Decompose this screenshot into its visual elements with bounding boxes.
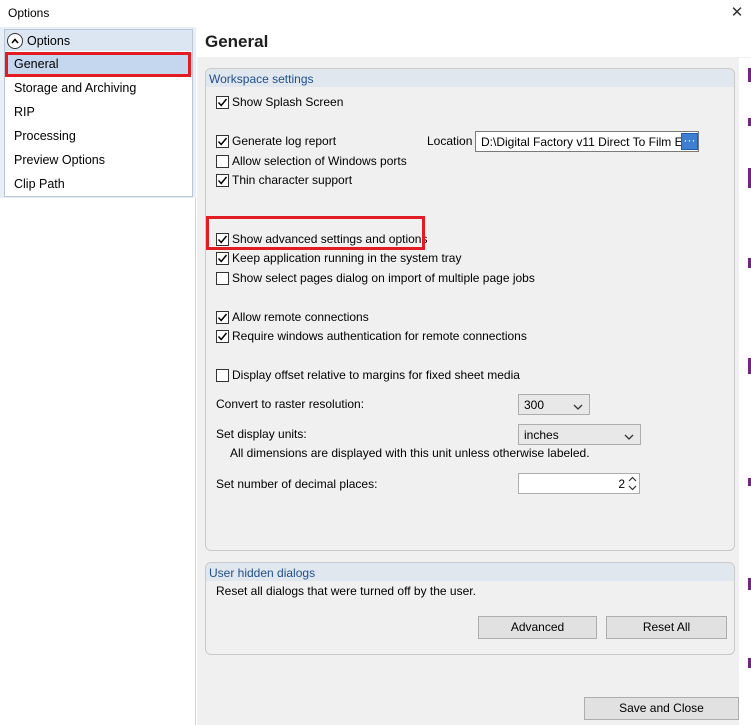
raster-resolution-value: 300 (524, 397, 545, 412)
nav-item-storage-archiving[interactable]: Storage and Archiving (5, 77, 192, 99)
advanced-button[interactable]: Advanced (478, 616, 597, 639)
checkbox-checked-icon[interactable] (216, 251, 229, 265)
save-and-close-button[interactable]: Save and Close (584, 697, 739, 720)
chevron-down-icon (624, 430, 634, 444)
user-hidden-dialogs-description: Reset all dialogs that were turned off b… (216, 584, 476, 598)
allow-remote-connections-checkbox[interactable]: Allow remote connections (216, 309, 369, 325)
thin-character-support-label: Thin character support (232, 173, 353, 187)
window-title: Options (8, 6, 50, 20)
keep-running-tray-label: Keep application running in the system t… (232, 251, 462, 265)
allow-windows-ports-checkbox[interactable]: Allow selection of Windows ports (216, 153, 407, 169)
nav-item-preview-options[interactable]: Preview Options (5, 149, 192, 171)
checkbox-checked-icon[interactable] (216, 173, 229, 187)
select-pages-dialog-label: Show select pages dialog on import of mu… (232, 271, 535, 285)
nav-pane-empty (0, 198, 196, 725)
chevron-down-icon (573, 400, 583, 414)
generate-log-report-checkbox[interactable]: Generate log report (216, 133, 336, 149)
location-label: Location (427, 134, 473, 148)
highlight-box-general (5, 52, 191, 77)
close-icon[interactable]: ✕ (726, 3, 748, 23)
show-splash-screen-label: Show Splash Screen (232, 95, 344, 109)
show-splash-screen-checkbox[interactable]: Show Splash Screen (216, 94, 343, 110)
nav-item-rip[interactable]: RIP (5, 101, 192, 123)
nav-header-label: Options (27, 34, 71, 48)
display-units-note: All dimensions are displayed with this u… (230, 446, 590, 460)
location-field[interactable]: D:\Digital Factory v11 Direct To Film Ed… (475, 131, 699, 152)
display-offset-label: Display offset relative to margins for f… (232, 368, 520, 382)
page-header (197, 27, 751, 57)
require-windows-auth-checkbox[interactable]: Require windows authentication for remot… (216, 328, 527, 344)
select-pages-dialog-checkbox[interactable]: Show select pages dialog on import of mu… (216, 270, 535, 286)
thin-character-support-checkbox[interactable]: Thin character support (216, 172, 352, 188)
checkbox-checked-icon[interactable] (216, 329, 229, 343)
raster-resolution-label: Convert to raster resolution: (216, 397, 365, 411)
spinner-arrows-icon[interactable] (628, 475, 637, 495)
display-units-value: inches (524, 427, 559, 442)
reset-all-button[interactable]: Reset All (606, 616, 727, 639)
require-windows-auth-label: Require windows authentication for remot… (232, 329, 527, 343)
nav-header[interactable]: Options (5, 30, 192, 51)
generate-log-report-label: Generate log report (232, 134, 337, 148)
workspace-settings-title: Workspace settings (209, 72, 314, 86)
location-value: D:\Digital Factory v11 Direct To Film Ed… (481, 134, 699, 149)
highlight-box-advanced (206, 216, 425, 250)
checkbox-checked-icon[interactable] (216, 310, 229, 324)
raster-resolution-dropdown[interactable]: 300 (518, 394, 590, 415)
allow-remote-connections-label: Allow remote connections (232, 310, 369, 324)
display-units-dropdown[interactable]: inches (518, 424, 641, 445)
keep-running-tray-checkbox[interactable]: Keep application running in the system t… (216, 250, 461, 266)
checkbox-unchecked-icon[interactable] (216, 154, 229, 168)
nav-item-processing[interactable]: Processing (5, 125, 192, 147)
decimal-places-stepper[interactable]: 2 (518, 473, 640, 494)
nav-item-clip-path[interactable]: Clip Path (5, 173, 192, 195)
checkbox-unchecked-icon[interactable] (216, 368, 229, 382)
title-bar (0, 0, 751, 27)
checkbox-checked-icon[interactable] (216, 134, 229, 148)
collapse-chevron-up-icon[interactable] (7, 33, 23, 49)
display-units-label: Set display units: (216, 427, 307, 441)
browse-button[interactable]: ··· (681, 133, 698, 150)
checkbox-checked-icon[interactable] (216, 95, 229, 109)
user-hidden-dialogs-title: User hidden dialogs (209, 566, 316, 580)
decimal-places-value: 2 (618, 477, 625, 491)
page-title: General (205, 32, 269, 51)
scrollbar[interactable] (739, 58, 751, 725)
checkbox-unchecked-icon[interactable] (216, 271, 229, 285)
display-offset-checkbox[interactable]: Display offset relative to margins for f… (216, 367, 520, 383)
decimal-places-label: Set number of decimal places: (216, 477, 378, 491)
allow-windows-ports-label: Allow selection of Windows ports (232, 154, 407, 168)
